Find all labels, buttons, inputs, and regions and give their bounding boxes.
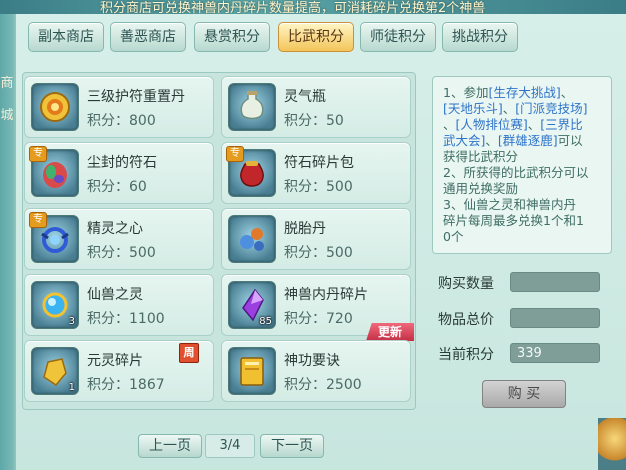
item-card-amulet-reset-pill[interactable]: 三级护符重置丹 积分：800	[24, 76, 214, 138]
rules-description: 1、参加[生存大挑战]、 [天地乐斗]、[门派竞技场] 、[人物排位赛]、[三界…	[432, 76, 612, 254]
item-price: 积分：720	[284, 311, 353, 327]
item-name: 神兽内丹碎片	[284, 287, 368, 303]
page-indicator: 3/4	[205, 434, 255, 458]
vase-icon	[228, 83, 276, 131]
corner-ornament-icon	[598, 418, 626, 470]
info-text: 2、所获得的比武积分可以	[443, 165, 589, 180]
quantity-input[interactable]	[510, 272, 600, 292]
item-card-primal-spirit-fragment[interactable]: 1 元灵碎片 积分：1867 周	[24, 340, 214, 402]
exclusive-tag: 专	[29, 212, 47, 228]
info-text: 1、参加	[443, 85, 489, 100]
info-text: 3、仙兽之灵和神兽内丹	[443, 197, 576, 212]
total-price-field	[510, 308, 600, 328]
item-name: 三级护符重置丹	[87, 89, 185, 105]
item-price: 积分：60	[87, 179, 147, 195]
item-count: 1	[68, 382, 75, 393]
item-name: 仙兽之灵	[87, 287, 143, 303]
item-price: 积分：50	[284, 113, 344, 129]
item-card-runestone-fragment-pack[interactable]: 专 符石碎片包 积分：500	[221, 142, 411, 204]
item-price: 积分：500	[284, 179, 353, 195]
item-name: 尘封的符石	[87, 155, 157, 171]
tab-karma-shop[interactable]: 善恶商店	[110, 22, 186, 52]
item-card-divine-skill-manual[interactable]: 神功要诀 积分：2500	[221, 340, 411, 402]
info-link-heaven: [天地乐斗]	[443, 101, 503, 116]
item-card-divine-beast-core-fragment[interactable]: 85 神兽内丹碎片 积分：720 更新	[221, 274, 414, 341]
gold-shard-icon: 1	[31, 347, 79, 395]
item-price: 积分：500	[284, 245, 353, 261]
item-price: 积分：1867	[87, 377, 165, 393]
info-text: 获得比武积分	[443, 149, 519, 164]
info-link-heroes: [群雄逐鹿]	[497, 133, 558, 148]
info-link-survival: [生存大挑战]	[488, 85, 561, 100]
gold-medal-icon	[31, 83, 79, 131]
current-points-label: 当前积分	[438, 347, 494, 363]
exclusive-tag: 专	[29, 146, 47, 162]
info-link-ranking: [人物排位赛]	[455, 117, 528, 132]
side-text-1: 商	[0, 76, 14, 91]
item-name: 神功要诀	[284, 353, 340, 369]
item-count: 85	[259, 316, 272, 327]
exclusive-tag: 专	[226, 146, 244, 162]
gold-book-icon	[228, 347, 276, 395]
item-name: 精灵之心	[87, 221, 143, 237]
tab-challenge-points[interactable]: 挑战积分	[442, 22, 518, 52]
tab-bounty-points[interactable]: 悬赏积分	[194, 22, 270, 52]
item-price: 积分：800	[87, 113, 156, 129]
item-card-sealed-runestone[interactable]: 专 尘封的符石 积分：60	[24, 142, 214, 204]
blue-orb-icon: 3	[31, 281, 79, 329]
purple-crystal-icon: 85	[228, 281, 276, 329]
item-name: 脱胎丹	[284, 221, 326, 237]
tab-dungeon-shop[interactable]: 副本商店	[28, 22, 104, 52]
new-badge: 更新	[366, 323, 414, 341]
weekly-badge: 周	[179, 343, 199, 363]
item-name: 元灵碎片	[87, 353, 143, 369]
item-card-spirit-bottle[interactable]: 灵气瓶 积分：50	[221, 76, 411, 138]
item-card-rebirth-pill[interactable]: 脱胎丹 积分：500	[221, 208, 411, 270]
info-link-arena: [门派竞技场]	[515, 101, 588, 116]
item-count: 3	[68, 316, 75, 327]
pills-icon	[228, 215, 276, 263]
prev-page-button[interactable]: 上一页	[138, 434, 202, 458]
info-link-conference: [三界比	[540, 117, 583, 132]
info-text: 碎片每周最多兑换1个和1	[443, 213, 584, 228]
side-text-2: 城	[0, 108, 14, 123]
notice-strip: 积分商店可兑换神兽内丹碎片数量提高，可消耗碎片兑换第2个神兽	[0, 0, 626, 14]
item-price: 积分：500	[87, 245, 156, 261]
item-card-immortal-beast-spirit[interactable]: 3 仙兽之灵 积分：1100	[24, 274, 214, 336]
item-price: 积分：2500	[284, 377, 362, 393]
item-card-elf-heart[interactable]: 专 精灵之心 积分：500	[24, 208, 214, 270]
next-page-button[interactable]: 下一页	[260, 434, 324, 458]
current-points-value: 339	[510, 343, 600, 363]
info-text: 0个	[443, 229, 464, 244]
item-name: 灵气瓶	[284, 89, 326, 105]
item-name: 符石碎片包	[284, 155, 354, 171]
item-price: 积分：1100	[87, 311, 165, 327]
tab-mentor-points[interactable]: 师徒积分	[360, 22, 436, 52]
notice-marquee: 积分商店可兑换神兽内丹碎片数量提高，可消耗碎片兑换第2个神兽	[100, 1, 486, 14]
buy-button[interactable]: 购 买	[482, 380, 566, 408]
quantity-label: 购买数量	[438, 276, 494, 292]
tab-pvp-points[interactable]: 比武积分	[278, 22, 354, 52]
total-price-label: 物品总价	[438, 312, 494, 328]
info-text: 通用兑换奖励	[443, 181, 519, 196]
